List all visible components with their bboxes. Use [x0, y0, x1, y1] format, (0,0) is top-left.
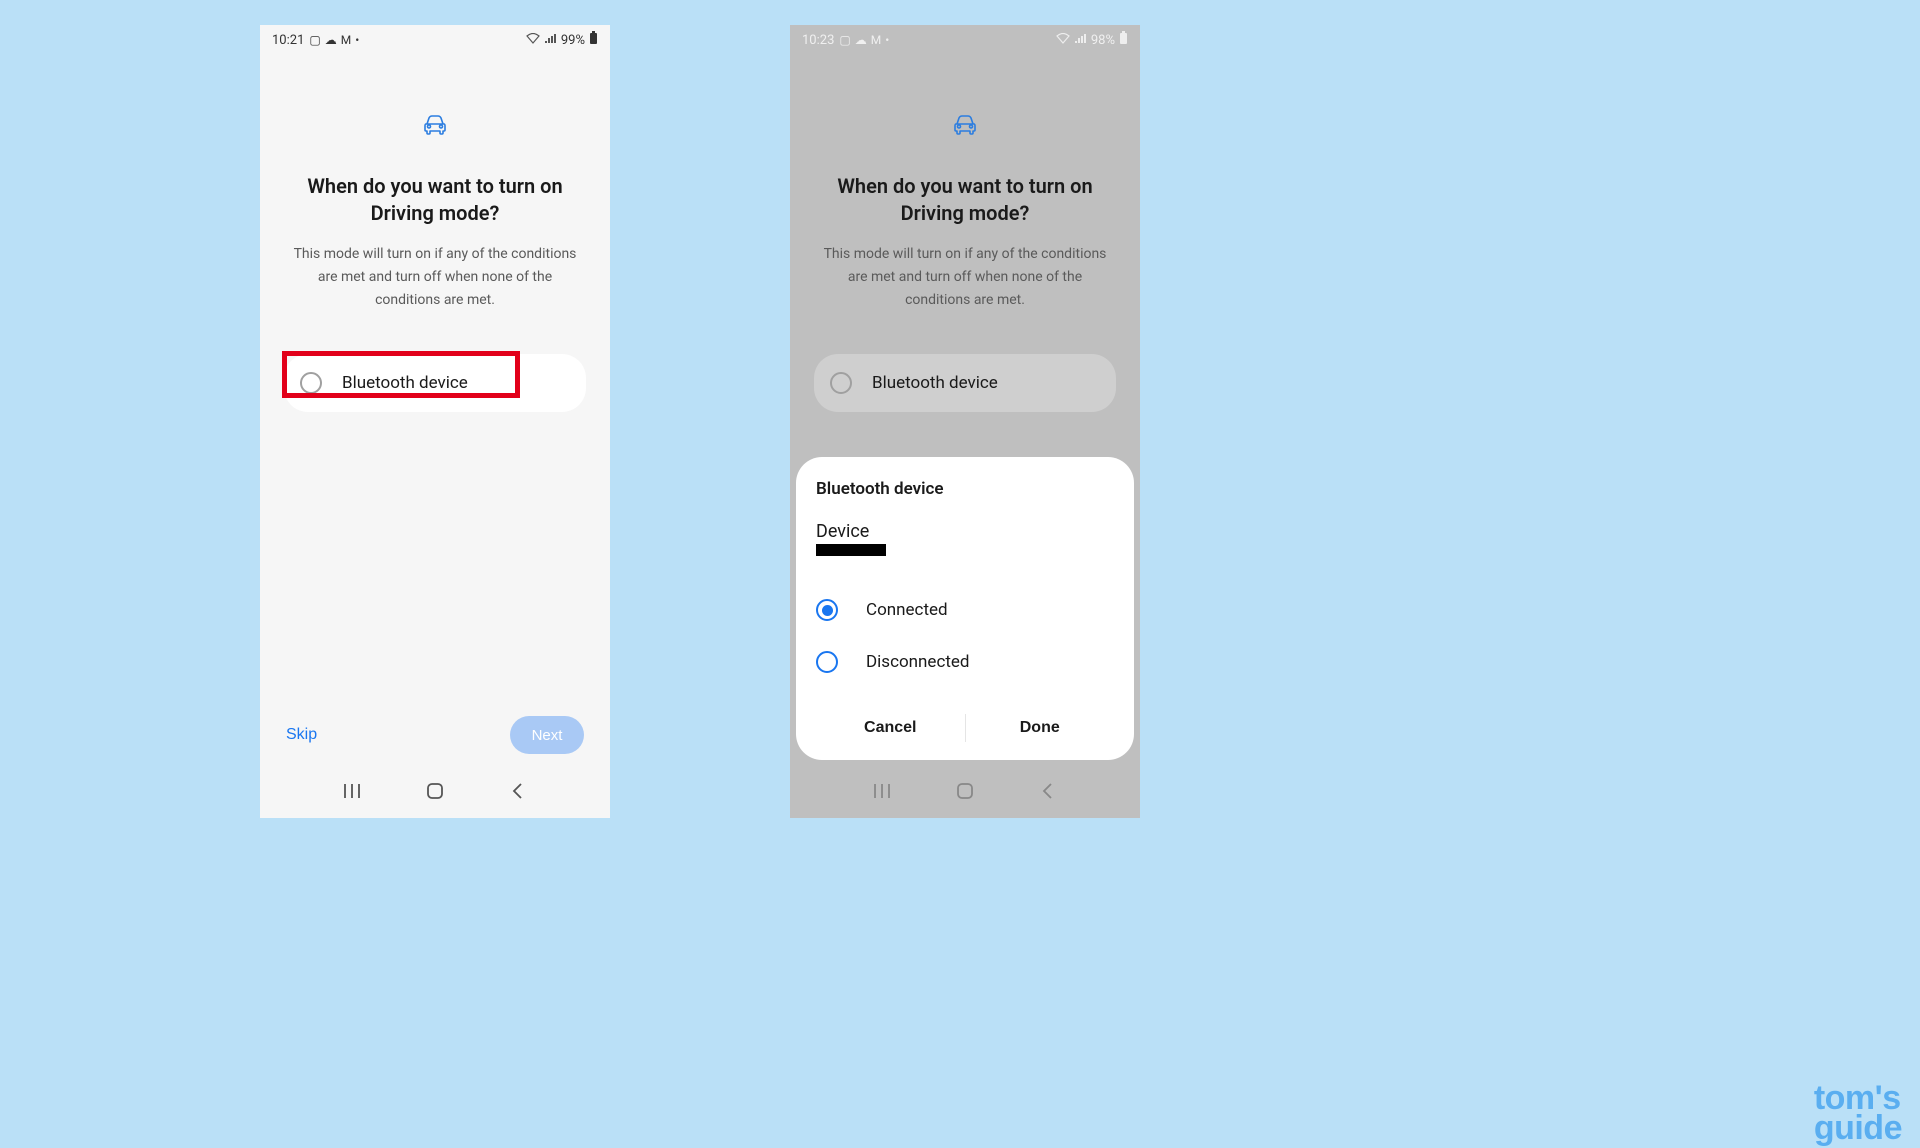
cancel-button[interactable]: Cancel: [816, 704, 965, 752]
home-button[interactable]: [956, 782, 974, 804]
gmail-icon: M: [341, 33, 351, 47]
option-label: Bluetooth device: [872, 373, 998, 393]
bluetooth-device-modal: Bluetooth device Device Connected Discon…: [796, 457, 1134, 760]
cloud-icon: ☁: [855, 33, 867, 47]
done-button[interactable]: Done: [966, 704, 1115, 752]
skip-button[interactable]: Skip: [286, 726, 317, 744]
bottom-actions: Skip Next: [260, 710, 610, 760]
battery-icon: [1119, 31, 1128, 49]
back-button[interactable]: [1039, 782, 1057, 804]
battery-icon: [589, 31, 598, 49]
radio-connected[interactable]: Connected: [816, 584, 1114, 636]
device-name-redacted: [816, 544, 886, 556]
signal-icon: [1074, 33, 1087, 48]
dot-icon: •: [885, 33, 889, 47]
page-description: This mode will turn on if any of the con…: [814, 243, 1116, 312]
radio-label: Disconnected: [866, 652, 970, 672]
image-icon: ▢: [309, 33, 320, 47]
watermark-line2: guide: [1814, 1114, 1902, 1144]
status-notif-icons: ▢ ☁ M •: [309, 33, 359, 47]
cloud-icon: ☁: [325, 33, 337, 47]
battery-percent: 98%: [1091, 33, 1115, 48]
recents-button[interactable]: [343, 782, 361, 804]
radio-selected-icon: [816, 599, 838, 621]
status-bar: 10:23 ▢ ☁ M • 98%: [790, 25, 1140, 55]
modal-title: Bluetooth device: [816, 479, 1114, 499]
status-time: 10:23: [802, 33, 834, 48]
recents-button[interactable]: [873, 782, 891, 804]
image-icon: ▢: [839, 33, 850, 47]
radio-unchecked-icon: [830, 372, 852, 394]
phone-screenshot-left: 10:21 ▢ ☁ M • 99%: [260, 25, 610, 818]
car-icon: [953, 115, 977, 139]
option-bluetooth-device[interactable]: Bluetooth device: [814, 354, 1116, 412]
dot-icon: •: [355, 33, 359, 47]
next-button[interactable]: Next: [510, 716, 584, 754]
page-title: When do you want to turn on Driving mode…: [814, 173, 1116, 227]
system-nav-bar: [790, 768, 1140, 818]
back-button[interactable]: [509, 782, 527, 804]
option-bluetooth-device[interactable]: Bluetooth device: [284, 354, 586, 412]
gmail-icon: M: [871, 33, 881, 47]
watermark-logo: tom's guide: [1814, 1084, 1902, 1144]
status-time: 10:21: [272, 33, 304, 48]
status-notif-icons: ▢ ☁ M •: [839, 33, 889, 47]
phone-screenshot-right: 10:23 ▢ ☁ M • 98%: [790, 25, 1140, 818]
wifi-icon: [1056, 33, 1070, 48]
annotation-highlight: [282, 351, 520, 398]
car-icon: [423, 115, 447, 139]
radio-disconnected[interactable]: Disconnected: [816, 636, 1114, 688]
radio-unselected-icon: [816, 651, 838, 673]
signal-icon: [544, 33, 557, 48]
home-button[interactable]: [426, 782, 444, 804]
device-field-label[interactable]: Device: [816, 521, 1114, 542]
battery-percent: 99%: [561, 33, 585, 48]
radio-label: Connected: [866, 600, 948, 620]
page-description: This mode will turn on if any of the con…: [284, 243, 586, 312]
status-bar: 10:21 ▢ ☁ M • 99%: [260, 25, 610, 55]
wifi-icon: [526, 33, 540, 48]
page-title: When do you want to turn on Driving mode…: [284, 173, 586, 227]
system-nav-bar: [260, 768, 610, 818]
